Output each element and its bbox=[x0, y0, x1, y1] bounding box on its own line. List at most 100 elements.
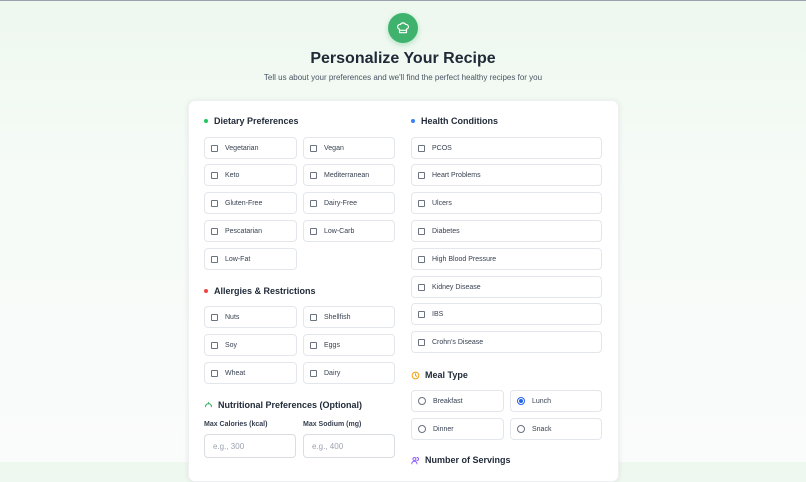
checkbox[interactable] bbox=[211, 313, 218, 321]
checkbox[interactable] bbox=[310, 171, 317, 179]
radio[interactable] bbox=[418, 397, 426, 405]
page-title: Personalize Your Recipe bbox=[310, 50, 496, 67]
dietary-option-low-fat[interactable]: Low-Fat bbox=[204, 248, 297, 270]
dietary-dot-icon bbox=[204, 119, 208, 123]
dietary-option-vegetarian[interactable]: Vegetarian bbox=[204, 137, 297, 159]
checkbox[interactable] bbox=[418, 338, 425, 346]
option-label: PCOS bbox=[432, 144, 452, 152]
option-label: Low-Fat bbox=[225, 255, 251, 263]
health-section-heading: Health Conditions bbox=[411, 116, 498, 126]
option-label: Soy bbox=[225, 341, 238, 349]
meal-option-dinner[interactable]: Dinner bbox=[411, 418, 504, 440]
radio[interactable] bbox=[517, 425, 525, 433]
checkbox[interactable] bbox=[418, 310, 425, 318]
checkbox[interactable] bbox=[211, 227, 218, 235]
dietary-option-mediterranean[interactable]: Mediterranean bbox=[303, 164, 395, 186]
max-sodium-input[interactable] bbox=[303, 434, 395, 458]
nutrition-section-heading: Nutritional Preferences (Optional) bbox=[204, 400, 362, 410]
clock-icon bbox=[411, 371, 420, 380]
checkbox[interactable] bbox=[418, 199, 425, 207]
allergy-option-shellfish[interactable]: Shellfish bbox=[303, 306, 395, 328]
nutrition-title: Nutritional Preferences (Optional) bbox=[218, 400, 363, 410]
option-label: Dairy bbox=[324, 369, 341, 377]
checkbox[interactable] bbox=[211, 171, 218, 179]
dietary-option-low-carb[interactable]: Low-Carb bbox=[303, 220, 395, 242]
checkbox[interactable] bbox=[211, 199, 218, 207]
option-label: Mediterranean bbox=[324, 171, 370, 179]
window-top-border bbox=[0, 0, 806, 1]
checkbox[interactable] bbox=[211, 341, 218, 349]
max-calories-input[interactable] bbox=[204, 434, 296, 458]
option-label: Ulcers bbox=[432, 199, 452, 207]
checkbox[interactable] bbox=[211, 255, 218, 263]
health-option-heart-problems[interactable]: Heart Problems bbox=[411, 164, 602, 186]
option-label: Keto bbox=[225, 171, 240, 179]
checkbox[interactable] bbox=[418, 171, 425, 179]
meal-option-lunch[interactable]: Lunch bbox=[510, 390, 602, 412]
option-label: Eggs bbox=[324, 341, 340, 349]
option-label: Wheat bbox=[225, 369, 246, 377]
radio[interactable] bbox=[418, 425, 426, 433]
nutrition-gauge-icon bbox=[204, 401, 213, 410]
health-option-pcos[interactable]: PCOS bbox=[411, 137, 602, 159]
dietary-option-pescatarian[interactable]: Pescatarian bbox=[204, 220, 297, 242]
meal-option-breakfast[interactable]: Breakfast bbox=[411, 390, 504, 412]
allergy-option-wheat[interactable]: Wheat bbox=[204, 362, 297, 384]
dietary-title: Dietary Preferences bbox=[214, 116, 299, 126]
option-label: High Blood Pressure bbox=[432, 255, 497, 263]
dietary-option-gluten-free[interactable]: Gluten-Free bbox=[204, 192, 297, 214]
health-option-high-blood-pressure[interactable]: High Blood Pressure bbox=[411, 248, 602, 270]
checkbox[interactable] bbox=[310, 144, 317, 152]
health-dot-icon bbox=[411, 119, 415, 123]
allergy-option-soy[interactable]: Soy bbox=[204, 334, 297, 356]
option-label: Crohn's Disease bbox=[432, 338, 484, 346]
radio-selected[interactable] bbox=[517, 397, 525, 405]
allergies-title: Allergies & Restrictions bbox=[214, 286, 316, 296]
option-label: Vegan bbox=[324, 144, 344, 152]
dietary-option-vegan[interactable]: Vegan bbox=[303, 137, 395, 159]
checkbox[interactable] bbox=[418, 227, 425, 235]
health-option-diabetes[interactable]: Diabetes bbox=[411, 220, 602, 242]
health-title: Health Conditions bbox=[421, 116, 498, 126]
option-label: Pescatarian bbox=[225, 227, 262, 235]
allergy-option-dairy[interactable]: Dairy bbox=[303, 362, 395, 384]
option-label: Nuts bbox=[225, 313, 240, 321]
health-option-ulcers[interactable]: Ulcers bbox=[411, 192, 602, 214]
max-sodium-label: Max Sodium (mg) bbox=[303, 421, 362, 428]
meal-title: Meal Type bbox=[425, 370, 468, 380]
option-label: Snack bbox=[532, 425, 552, 433]
option-label: Gluten-Free bbox=[225, 199, 263, 207]
checkbox[interactable] bbox=[310, 313, 317, 321]
option-label: Low-Carb bbox=[324, 227, 355, 235]
meal-section-heading: Meal Type bbox=[411, 370, 468, 380]
servings-section-heading: Number of Servings bbox=[411, 455, 511, 465]
health-option-kidney-disease[interactable]: Kidney Disease bbox=[411, 276, 602, 298]
meal-option-snack[interactable]: Snack bbox=[510, 418, 602, 440]
checkbox[interactable] bbox=[211, 369, 218, 377]
allergies-dot-icon bbox=[204, 289, 208, 293]
allergy-option-nuts[interactable]: Nuts bbox=[204, 306, 297, 328]
checkbox[interactable] bbox=[211, 144, 218, 152]
checkbox[interactable] bbox=[310, 199, 317, 207]
health-option-crohns-disease[interactable]: Crohn's Disease bbox=[411, 331, 602, 353]
dietary-section-heading: Dietary Preferences bbox=[204, 116, 299, 126]
option-label: Shellfish bbox=[324, 313, 351, 321]
checkbox[interactable] bbox=[418, 255, 425, 263]
option-label: Dairy-Free bbox=[324, 199, 358, 207]
checkbox[interactable] bbox=[310, 341, 317, 349]
health-option-ibs[interactable]: IBS bbox=[411, 303, 602, 325]
dietary-option-dairy-free[interactable]: Dairy-Free bbox=[303, 192, 395, 214]
servings-title: Number of Servings bbox=[425, 455, 511, 465]
option-label: Heart Problems bbox=[432, 171, 481, 179]
checkbox[interactable] bbox=[418, 283, 425, 291]
allergy-option-eggs[interactable]: Eggs bbox=[303, 334, 395, 356]
dietary-option-keto[interactable]: Keto bbox=[204, 164, 297, 186]
option-label: Vegetarian bbox=[225, 144, 259, 152]
checkbox[interactable] bbox=[418, 144, 425, 152]
checkbox[interactable] bbox=[310, 369, 317, 377]
option-label: Dinner bbox=[433, 425, 454, 433]
users-icon bbox=[411, 456, 420, 465]
max-calories-label: Max Calories (kcal) bbox=[204, 421, 268, 428]
option-label: Diabetes bbox=[432, 227, 460, 235]
checkbox[interactable] bbox=[310, 227, 317, 235]
